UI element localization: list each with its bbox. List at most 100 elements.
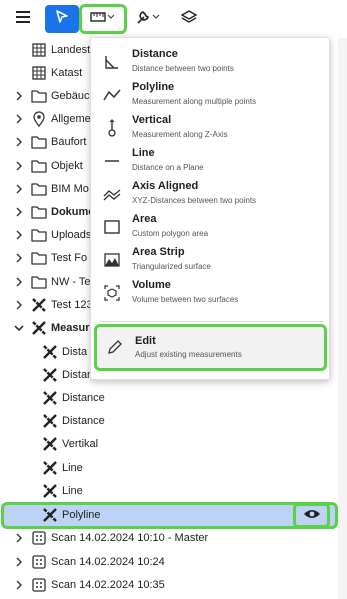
menu-button[interactable] [9,7,37,31]
measure-icon [42,436,58,452]
menu-item-line[interactable]: Line Distance on a Plane [91,144,331,177]
menu-item-title: Vertical [132,114,172,126]
volume-icon [103,284,121,302]
chevron-right-icon[interactable] [13,270,25,293]
tree-row-label: Line [62,484,83,497]
folder-icon [31,204,47,220]
measure-icon [42,483,58,499]
menu-item-title: Distance [132,48,178,60]
chevron-right-icon[interactable] [13,84,25,107]
hamburger-icon [16,10,30,28]
menu-item-axis-aligned[interactable]: Axis Aligned XYZ-Distances between two po… [91,177,331,210]
measure-icon [31,320,47,336]
tree-row-label: Dista [62,345,88,358]
scan-icon [31,530,47,546]
tree-row-label: Dokume [51,205,95,218]
measure-icon [42,460,58,476]
menu-item-desc: Triangularized surface [132,262,211,271]
folder-icon [31,88,47,104]
axis-icon [103,185,121,203]
chevron-right-icon[interactable] [13,246,25,269]
area-icon [103,218,121,236]
chevron-down-icon[interactable] [13,316,25,339]
eye-icon [303,507,321,525]
angle-icon [103,53,121,71]
ruler-icon [90,10,116,29]
polyline-icon [103,86,121,104]
tree-row[interactable]: Distance [0,386,347,409]
layers-icon [180,9,198,30]
select-tool-button[interactable] [45,5,79,33]
toolbar [0,0,347,38]
tree-row-label: Uploads [51,228,92,241]
line-icon [103,152,121,170]
menu-item-desc: XYZ-Distances between two points [132,196,257,205]
measure-icon [42,367,58,383]
pencil-icon [106,338,124,356]
chevron-right-icon[interactable] [13,154,25,177]
tree-row-label: NW - Te [51,275,91,288]
folder-icon [31,158,47,174]
tree-row-label: Line [62,461,83,474]
chevron-right-icon[interactable] [13,107,25,130]
chevron-right-icon[interactable] [13,177,25,200]
scan-icon [31,577,47,593]
chevron-right-icon[interactable] [13,200,25,223]
measure-dropdown: Distance Distance between two points Polyl… [90,37,330,380]
tree-row-label: Measure [51,321,96,334]
measure-icon [42,344,58,360]
chevron-right-icon[interactable] [13,293,25,316]
menu-item-desc: Volume between two surfaces [132,295,239,304]
tools-button[interactable] [131,7,165,31]
menu-item-distance[interactable]: Distance Distance between two points [91,45,331,78]
tree-row-label: Scan 14.02.2024 10:35 [51,578,165,591]
tree-row-label: Landest [51,43,91,56]
chevron-right-icon[interactable] [13,526,25,549]
menu-item-polyline[interactable]: Polyline Measurement along multiple point… [91,78,331,111]
menu-item-edit[interactable]: Edit Adjust existing measurements [94,324,327,371]
menu-item-vertical[interactable]: Vertical Measurement along Z-Axis [91,111,331,144]
measure-icon [42,390,58,406]
tree-row[interactable]: Scan 14.02.2024 10:35 [0,573,347,596]
tree-row-label: Objekt [51,159,83,172]
area-strip-icon [103,251,121,269]
menu-item-area[interactable]: Area Custom polygon area [91,210,331,243]
menu-divider [99,321,323,322]
tree-row[interactable]: Distance [0,409,347,432]
menu-item-desc: Measurement along Z-Axis [132,130,228,139]
chevron-right-icon[interactable] [13,223,25,246]
menu-item-title: Edit [135,335,156,347]
chevron-right-icon[interactable] [13,573,25,596]
tree-row-label: Baufort [51,135,87,148]
menu-item-desc: Distance between two points [132,64,234,73]
tree-row-label: Distance [62,414,105,427]
menu-item-volume[interactable]: Volume Volume between two surfaces [91,276,331,309]
tree-row[interactable]: Line [0,456,347,479]
pin-icon [31,110,47,127]
tree-row[interactable]: Scan 14.02.2024 10:10 - Master [0,526,347,549]
tree-row-label: Gebäuc [51,89,90,102]
tree-row-label: Test Fo [51,251,88,264]
measure-tool-button[interactable] [79,4,127,34]
menu-item-title: Line [132,147,155,159]
menu-item-title: Volume [132,279,171,291]
cursor-icon [55,9,69,29]
tree-row[interactable]: Scan 14.02.2024 10:24 [0,550,347,573]
chevron-right-icon[interactable] [13,550,25,573]
tree-row-label: Vertikal [62,437,99,450]
visibility-toggle-button[interactable] [293,503,330,528]
menu-item-title: Area [132,213,157,225]
folder-icon [31,250,47,266]
tree-row[interactable]: Vertikal [0,432,347,455]
menu-item-area-strip[interactable]: Area Strip Triangularized surface [91,243,331,276]
scan-icon [31,554,47,570]
menu-item-title: Area Strip [132,246,185,258]
tree-row-label: Scan 14.02.2024 10:10 - Master [51,531,209,544]
tree-row[interactable]: Line [0,479,347,502]
menu-item-desc: Distance on a Plane [132,163,204,172]
layers-button[interactable] [177,7,201,31]
tree-row-label: Distance [62,391,105,404]
grid-icon [31,42,47,58]
tree-row-label: Scan 14.02.2024 10:24 [51,555,165,568]
chevron-right-icon[interactable] [13,130,25,153]
